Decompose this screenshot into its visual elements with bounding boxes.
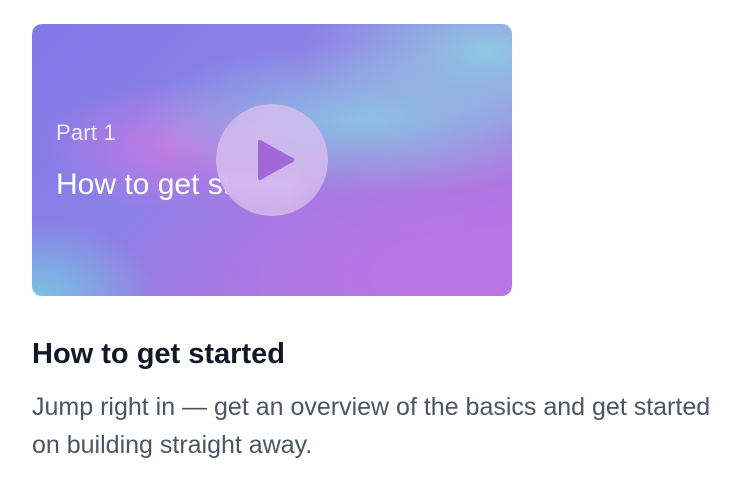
play-button[interactable] bbox=[216, 104, 328, 216]
video-description: Jump right in — get an overview of the b… bbox=[32, 393, 711, 459]
video-thumbnail[interactable]: Part 1 How to get started bbox=[32, 24, 512, 296]
video-card[interactable]: Part 1 How to get started How to get sta… bbox=[32, 24, 710, 464]
part-label: Part 1 bbox=[56, 120, 116, 145]
video-title[interactable]: How to get started bbox=[32, 336, 512, 372]
play-icon bbox=[258, 140, 294, 180]
